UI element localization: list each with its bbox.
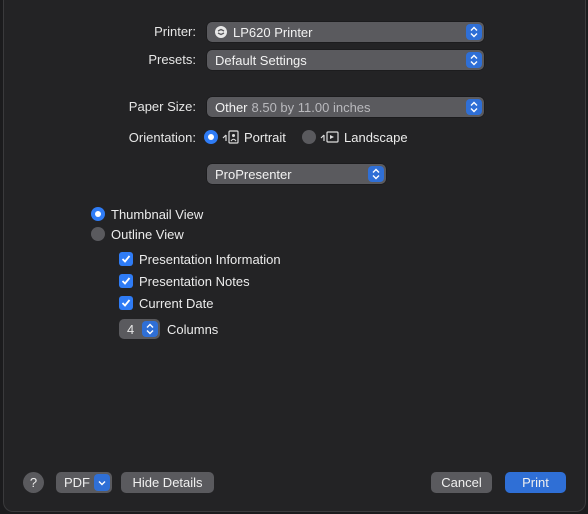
printer-popup[interactable]: LP620 Printer [207, 22, 484, 42]
cancel-button[interactable]: Cancel [431, 472, 492, 493]
portrait-icon [222, 129, 240, 148]
paper-size-label: Paper Size: [128, 99, 196, 114]
landscape-label: Landscape [344, 130, 408, 145]
pdf-menu-button[interactable]: PDF [56, 472, 112, 493]
printer-icon [215, 26, 227, 38]
chevron-updown-icon [466, 24, 482, 40]
columns-stepper[interactable] [142, 321, 158, 337]
pdf-label: PDF [64, 475, 90, 490]
help-button[interactable]: ? [23, 472, 44, 493]
thumbnail-view-radio[interactable] [91, 207, 105, 221]
orientation-label: Orientation: [128, 130, 196, 145]
print-button[interactable]: Print [505, 472, 566, 493]
chevron-updown-icon [368, 166, 384, 182]
presets-label: Presets: [148, 52, 196, 67]
app-panel-popup[interactable]: ProPresenter [207, 164, 386, 184]
outline-view-label: Outline View [111, 227, 184, 242]
chevron-down-icon [94, 474, 110, 491]
landscape-radio[interactable] [302, 130, 316, 144]
columns-label: Columns [167, 322, 219, 337]
printer-label: Printer: [154, 24, 196, 39]
portrait-radio[interactable] [204, 130, 218, 144]
presets-value: Default Settings [215, 52, 307, 68]
paper-size-detail: 8.50 by 11.00 inches [251, 99, 371, 115]
portrait-label: Portrait [244, 130, 286, 145]
hide-details-button[interactable]: Hide Details [121, 472, 214, 493]
presentation-information-checkbox[interactable] [119, 252, 133, 266]
chevron-updown-icon [466, 52, 482, 68]
current-date-label: Current Date [139, 296, 214, 311]
landscape-icon [320, 129, 340, 148]
chevron-updown-icon [466, 99, 482, 115]
columns-value: 4 [127, 321, 135, 337]
paper-size-value: Other [215, 99, 248, 115]
current-date-checkbox[interactable] [119, 296, 133, 310]
presentation-notes-checkbox[interactable] [119, 274, 133, 288]
printer-value: LP620 Printer [233, 24, 313, 40]
presentation-information-label: Presentation Information [139, 252, 281, 267]
outline-view-radio[interactable] [91, 227, 105, 241]
app-panel-value: ProPresenter [215, 166, 292, 182]
thumbnail-view-label: Thumbnail View [111, 207, 204, 222]
presentation-notes-label: Presentation Notes [139, 274, 250, 289]
presets-popup[interactable]: Default Settings [207, 50, 484, 70]
print-dialog: Printer: LP620 Printer Presets: Default … [3, 0, 586, 512]
paper-size-popup[interactable]: Other 8.50 by 11.00 inches [207, 97, 484, 117]
